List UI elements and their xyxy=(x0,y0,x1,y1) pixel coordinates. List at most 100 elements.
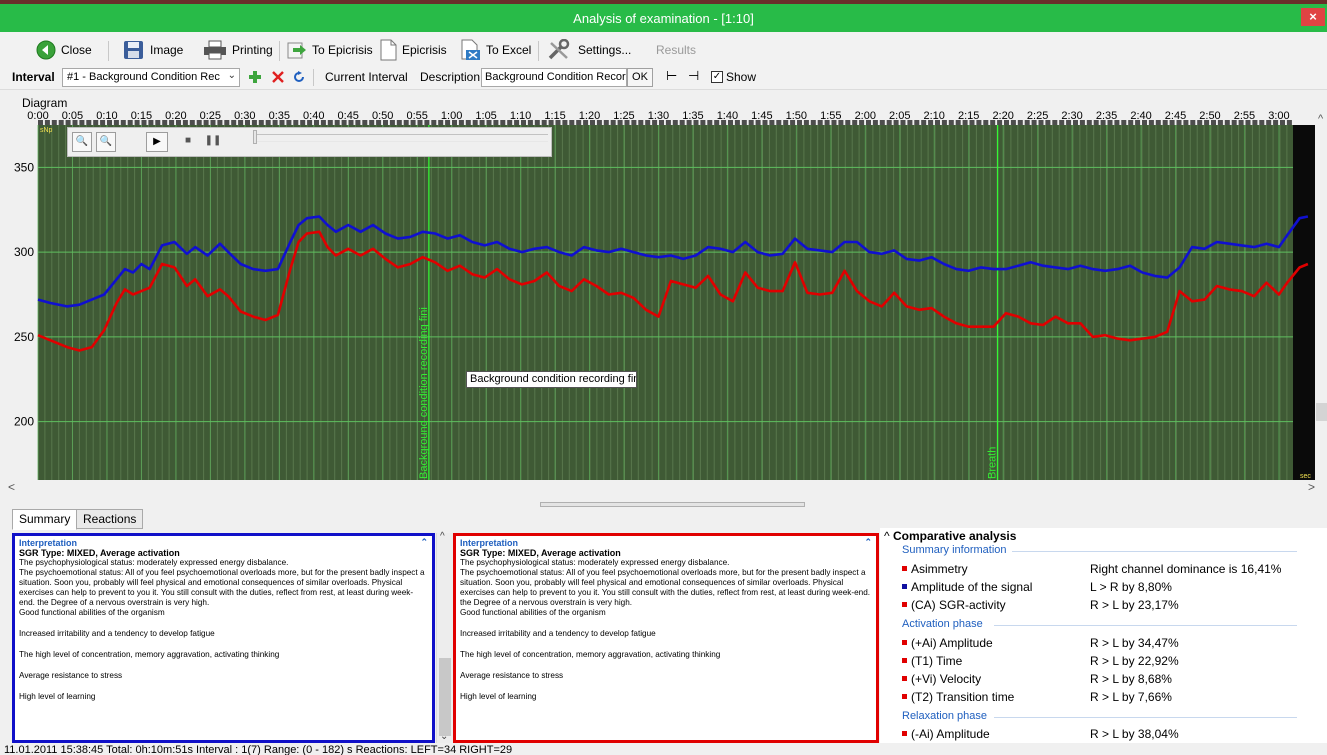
jump-start-icon[interactable]: ⊢ xyxy=(666,68,677,84)
delete-x-icon[interactable] xyxy=(272,71,284,83)
interval-dropdown[interactable]: #1 - Background Condition Rec ⌄ xyxy=(62,68,240,87)
to-excel-button[interactable]: To Excel xyxy=(459,38,531,62)
excel-icon xyxy=(459,39,481,61)
y-tick-label: 200 xyxy=(14,415,34,429)
toolbar-separator xyxy=(279,41,280,61)
x-tick-label: 2:20 xyxy=(992,110,1013,122)
current-interval-button[interactable]: Current Interval xyxy=(325,70,408,84)
left-panel-scrollbar[interactable]: ^ ⌄ xyxy=(436,531,453,743)
chevron-up-icon[interactable]: ^ xyxy=(1318,113,1324,125)
diagram-chart[interactable]: 200 250 300 350 0:00 0:05 0:10 0:15 0:20 0:25 0:3… xyxy=(0,108,1327,496)
epicrisis-button[interactable]: Epicrisis xyxy=(379,38,447,62)
x-tick-label: 1:05 xyxy=(475,110,496,122)
image-button[interactable]: Image xyxy=(123,38,183,62)
ruler-tick xyxy=(914,120,920,125)
title-bar[interactable]: Analysis of examination - [1:10] × xyxy=(0,4,1327,32)
jump-end-icon[interactable]: ⊣ xyxy=(688,68,699,84)
ruler-tick xyxy=(500,120,506,125)
bullet-square-icon xyxy=(902,731,907,736)
tab-reactions[interactable]: Reactions xyxy=(76,509,144,529)
diagram-horizontal-scrollbar[interactable]: < > xyxy=(0,480,1327,496)
x-tick-label: 1:15 xyxy=(544,110,565,122)
ruler-tick xyxy=(1086,120,1092,125)
ok-button[interactable]: OK xyxy=(627,68,653,87)
show-checkbox[interactable]: ✓ xyxy=(711,71,723,83)
scroll-up-icon[interactable]: ^ xyxy=(440,531,445,542)
comparative-title: ^ Comparative analysis xyxy=(884,529,1016,543)
x-tick-label: 1:30 xyxy=(648,110,669,122)
zoom-out-icon[interactable]: 🔍 xyxy=(96,132,116,152)
stop-icon[interactable]: ■ xyxy=(178,132,198,152)
results-button[interactable]: Results xyxy=(656,38,696,62)
y-tick-label: 250 xyxy=(14,330,34,344)
comparative-scrollbar[interactable] xyxy=(1317,546,1327,741)
toolbar-separator xyxy=(108,41,109,61)
panel-splitter[interactable] xyxy=(540,502,805,507)
printing-button[interactable]: Printing xyxy=(203,38,273,62)
x-tick-label: 1:45 xyxy=(751,110,772,122)
zoom-in-icon[interactable]: 🔍 xyxy=(72,132,92,152)
pause-icon[interactable]: ❚❚ xyxy=(203,132,223,152)
playback-slider-thumb[interactable] xyxy=(253,130,257,144)
ruler-tick xyxy=(741,120,747,125)
bullet-square-icon xyxy=(902,566,907,571)
event-marker-label: Background condition recording fini xyxy=(418,307,430,479)
interval-dropdown-value: #1 - Background Condition Rec xyxy=(67,71,220,83)
x-tick-label: 2:25 xyxy=(1027,110,1048,122)
ruler-tick xyxy=(120,120,126,125)
settings-button[interactable]: Settings... xyxy=(547,38,631,62)
x-tick-label: 0:50 xyxy=(372,110,393,122)
refresh-icon[interactable] xyxy=(293,71,305,83)
x-tick-label: 1:00 xyxy=(441,110,462,122)
right-interpretation-panel: Interpretation ⌃ SGR Type: MIXED, Averag… xyxy=(453,533,879,743)
scroll-right-icon[interactable]: > xyxy=(1308,480,1315,494)
interpretation-para-1: The psychophysiological status: moderate… xyxy=(460,558,730,567)
export-arrow-icon xyxy=(287,40,307,60)
plus-icon[interactable] xyxy=(249,71,261,83)
left-interpretation-panel: Interpretation ⌃ SGR Type: MIXED, Averag… xyxy=(12,533,435,743)
ruler-tick xyxy=(293,120,299,125)
x-tick-label: 1:10 xyxy=(510,110,531,122)
ruler-tick xyxy=(465,120,471,125)
play-icon[interactable]: ▶ xyxy=(146,132,168,152)
settings-label: Settings... xyxy=(578,43,632,57)
interpretation-header-text: Interpretation xyxy=(460,538,519,548)
x-tick-label: 0:10 xyxy=(96,110,117,122)
relaxation-group-header: Relaxation phase xyxy=(902,710,1297,722)
x-tick-label: 0:05 xyxy=(62,110,83,122)
left-panel-scroll-thumb[interactable] xyxy=(439,658,451,736)
close-button[interactable]: Close xyxy=(36,38,92,62)
comparative-analysis-panel: ^ Comparative analysis Summary informati… xyxy=(880,528,1327,743)
comparative-title-text: Comparative analysis xyxy=(892,529,1017,543)
interpretation-para-1: The psychophysiological status: moderate… xyxy=(19,558,289,567)
ruler-tick xyxy=(569,120,575,125)
x-tick-label: 2:00 xyxy=(855,110,876,122)
x-tick-label: 1:55 xyxy=(820,110,841,122)
ruler-tick xyxy=(879,120,885,125)
group-rule xyxy=(1012,551,1297,552)
window-close-button[interactable]: × xyxy=(1301,8,1325,26)
comparison-value: R > L by 23,17% xyxy=(1090,598,1179,612)
playback-slider[interactable] xyxy=(253,130,548,144)
x-tick-label: 2:30 xyxy=(1061,110,1082,122)
ruler-tick xyxy=(1121,120,1127,125)
tab-summary[interactable]: Summary xyxy=(12,509,78,530)
vertical-scroll-thumb[interactable] xyxy=(1316,403,1327,421)
interpretation-para-3: Good functional abilities of the organis… xyxy=(19,608,165,617)
x-tick-label: 0:45 xyxy=(338,110,359,122)
x-tick-label: 0:15 xyxy=(131,110,152,122)
collapse-icon[interactable]: ⌃ xyxy=(864,537,872,548)
scroll-left-icon[interactable]: < xyxy=(8,480,15,494)
x-axis-ticks: 0:00 0:05 0:10 0:15 0:20 0:25 0:30 0:35 0:40 0:45… xyxy=(27,110,1289,122)
collapse-icon[interactable]: ⌃ xyxy=(420,537,428,548)
main-toolbar: Close Image Printing To Epicrisis Epicri… xyxy=(0,32,1327,66)
chevron-up-icon[interactable]: ^ xyxy=(884,529,890,543)
toolbar-separator xyxy=(538,41,539,61)
to-epicrisis-button[interactable]: To Epicrisis xyxy=(287,38,373,62)
marker-tooltip: Background condition recording fini xyxy=(466,371,637,388)
scroll-down-icon[interactable]: ⌄ xyxy=(440,731,448,742)
x-tick-label: 3:00 xyxy=(1268,110,1289,122)
description-input[interactable]: Background Condition Record xyxy=(481,68,627,87)
bullet-square-icon xyxy=(902,602,907,607)
corner-label-bottom: sec xyxy=(1300,473,1311,480)
